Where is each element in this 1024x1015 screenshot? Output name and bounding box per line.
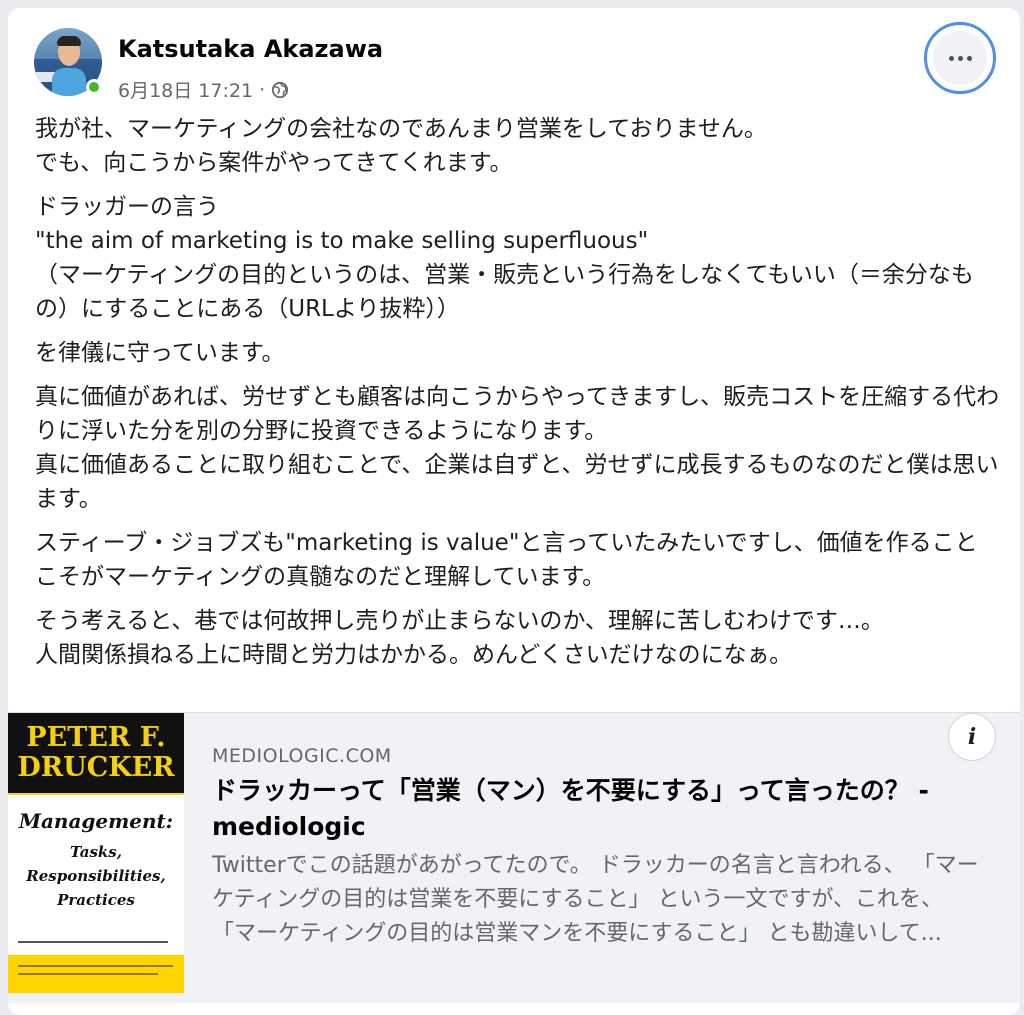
post-paragraph: 真に価値があれば、労せずとも顧客は向こうからやってきますし、販売コストを圧縮する… [35,384,1000,512]
more-options-icon [933,31,987,85]
link-domain: MEDIOLOGIC.COM [212,745,392,767]
online-status-icon [86,79,102,95]
link-thumbnail[interactable]: PETER F. DRUCKER Management: Tasks, Resp… [8,713,184,993]
thumbnail-subtitle: Practices [57,891,135,909]
thumbnail-subtitle: Tasks, [70,843,122,861]
link-title[interactable]: ドラッカーって「営業（マン）を不要にする」って言ったの？ - mediologi… [212,773,982,845]
info-icon[interactable]: i [948,713,996,761]
post-paragraph: ドラッガーの言う "the aim of marketing is to mak… [35,194,974,322]
post-paragraph: を律儀に守っています。 [35,340,285,366]
link-description: Twitterでこの話題があがってたので。 ドラッカーの名言と言われる、 「マー… [212,853,979,946]
author-name[interactable]: Katsutaka Akazawa [118,35,383,63]
link-preview[interactable]: PETER F. DRUCKER Management: Tasks, Resp… [8,712,1020,1003]
thumbnail-author-line2: DRUCKER [17,752,175,783]
thumbnail-author-line1: PETER F. [26,722,166,753]
post-paragraph: 我が社、マーケティングの会社なのであんまり営業をしておりません。 でも、向こうか… [35,116,767,176]
post-timestamp[interactable]: 6月18日 17:21 [118,76,253,103]
globe-icon[interactable] [271,81,289,99]
meta-separator: · [259,78,266,101]
thumbnail-book-title: Management: [18,809,174,833]
more-options-button[interactable] [924,22,996,94]
post-card: Katsutaka Akazawa 6月18日 17:21 · 我が社、マーケテ… [8,8,1020,1015]
post-meta: 6月18日 17:21 · [118,76,289,103]
post-body: 我が社、マーケティングの会社なのであんまり営業をしておりません。 でも、向こうか… [35,112,1000,682]
post-paragraph: そう考えると、巷では何故押し売りが止まらないのか、理解に苦しむわけです…。 人間… [35,608,884,668]
post-paragraph: スティーブ・ジョブズも"marketing is value"と言っていたみたい… [35,530,978,590]
thumbnail-subtitle: Responsibilities, [26,867,166,885]
